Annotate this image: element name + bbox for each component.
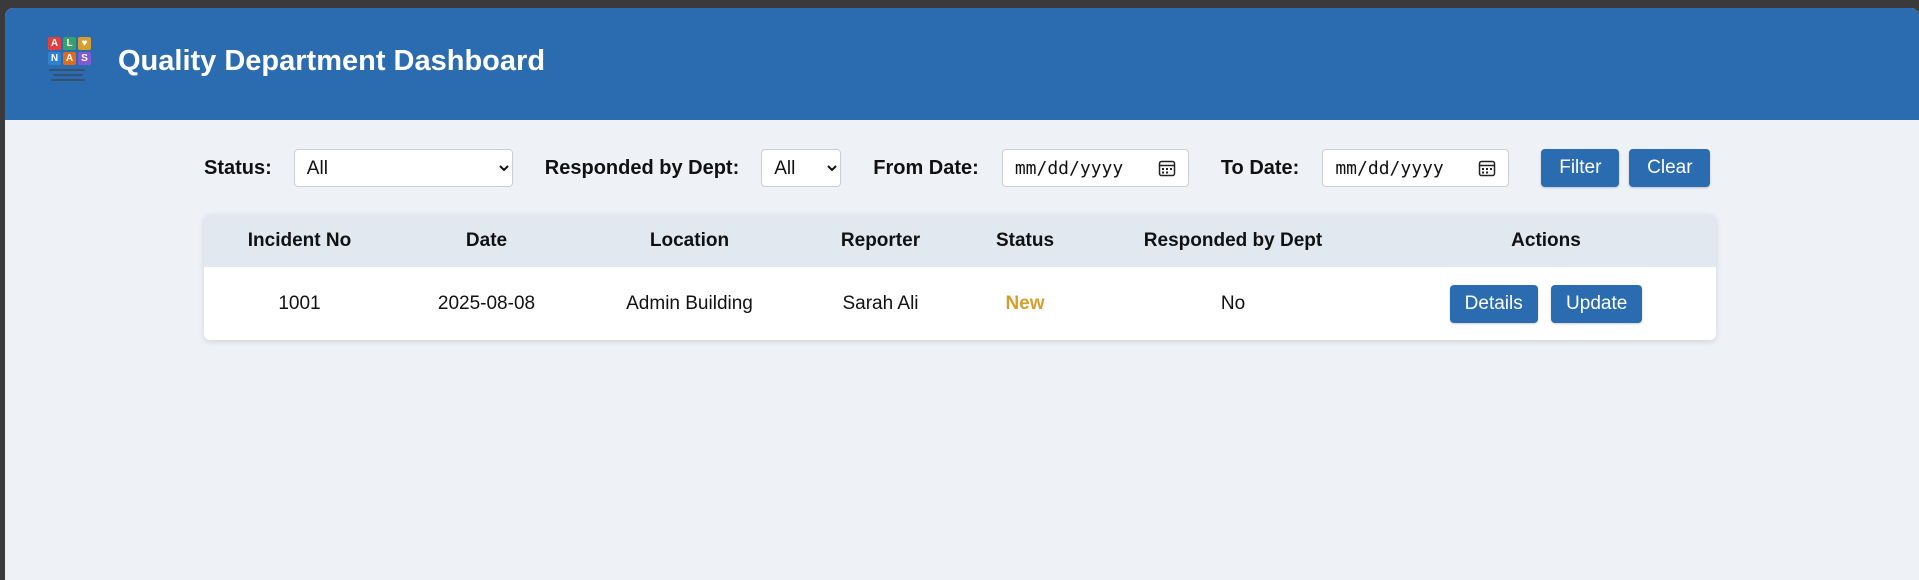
filter-button[interactable]: Filter — [1541, 149, 1620, 187]
update-button[interactable]: Update — [1551, 284, 1643, 323]
logo-letter: N — [48, 52, 61, 65]
logo-letter-grid: A L ♥ N A S — [48, 37, 93, 65]
cell-actions: Details Update — [1376, 267, 1716, 340]
column-header-responded: Responded by Dept — [1143, 229, 1323, 251]
incidents-table: Incident No Date Location Reporter Statu… — [204, 214, 1716, 340]
calendar-icon[interactable] — [1158, 159, 1176, 177]
column-header-status: Status — [995, 229, 1055, 251]
cell-location: Admin Building — [626, 292, 753, 314]
dept-filter-label: Responded by Dept: — [544, 156, 740, 179]
app-window: A L ♥ N A S Quality Department Dashboard… — [5, 8, 1919, 580]
status-badge: New — [1005, 292, 1045, 314]
logo-script-lines — [49, 69, 89, 81]
to-date-input[interactable]: mm/dd/yyyy — [1322, 149, 1510, 187]
to-date-label: To Date: — [1220, 156, 1300, 179]
column-header-date: Date — [465, 229, 508, 251]
dept-filter-select[interactable]: All — [761, 149, 842, 187]
cell-reporter: Sarah Ali — [842, 292, 919, 314]
incidents-table-card: Incident No Date Location Reporter Statu… — [204, 214, 1716, 340]
cell-responded: No — [1220, 292, 1246, 314]
table-header-row: Incident No Date Location Reporter Statu… — [204, 214, 1716, 267]
logo-letter: S — [78, 52, 91, 65]
logo-letter: A — [48, 37, 61, 50]
page-title: Quality Department Dashboard — [118, 45, 546, 77]
clear-button[interactable]: Clear — [1629, 149, 1711, 187]
from-date-label: From Date: — [873, 156, 979, 179]
filter-bar: Status: All Responded by Dept: All From … — [204, 148, 1711, 188]
column-header-actions: Actions — [1511, 229, 1581, 251]
logo-letter: L — [63, 37, 76, 50]
from-date-placeholder: mm/dd/yyyy — [1014, 157, 1124, 179]
column-header-reporter: Reporter — [840, 229, 921, 251]
details-button[interactable]: Details — [1449, 284, 1538, 323]
from-date-input[interactable]: mm/dd/yyyy — [1001, 149, 1189, 187]
status-filter-label: Status: — [204, 156, 272, 179]
to-date-placeholder: mm/dd/yyyy — [1335, 157, 1444, 179]
table-row: 1001 2025-08-08 Admin Building Sarah Ali… — [204, 267, 1716, 340]
cell-date: 2025-08-08 — [437, 292, 536, 314]
logo-letter: A — [63, 52, 76, 65]
status-filter-select[interactable]: All — [293, 149, 513, 187]
calendar-icon[interactable] — [1478, 159, 1496, 177]
alnas-logo: A L ♥ N A S — [45, 37, 93, 93]
column-header-location: Location — [649, 229, 730, 251]
header-bar: A L ♥ N A S Quality Department Dashboard — [5, 8, 1919, 120]
logo-heart-icon: ♥ — [78, 37, 91, 50]
column-header-incident-no: Incident No — [247, 229, 352, 251]
cell-incident-no: 1001 — [278, 292, 321, 314]
